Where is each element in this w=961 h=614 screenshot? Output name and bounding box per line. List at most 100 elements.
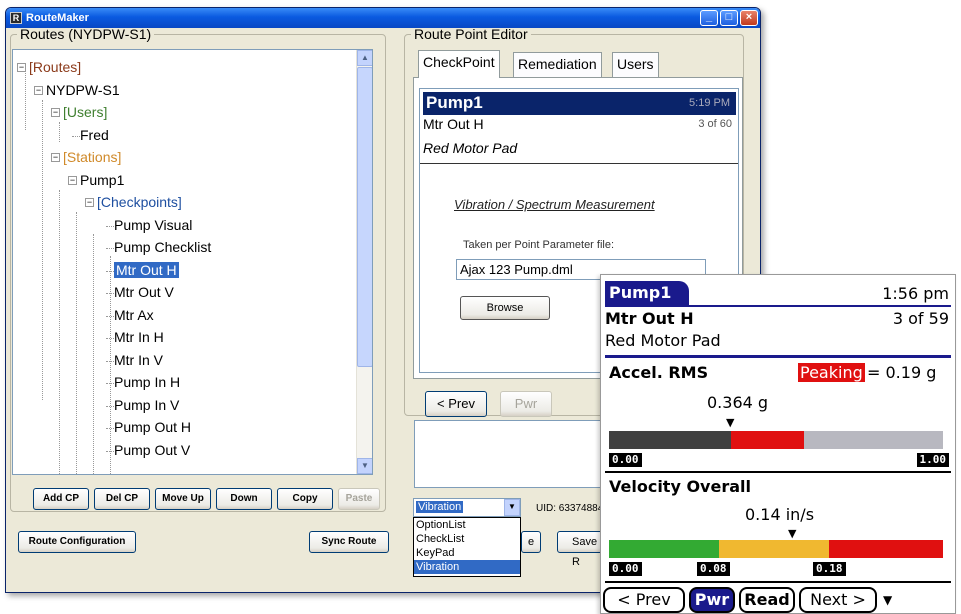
add-cp-button[interactable]: Add CP bbox=[33, 488, 89, 510]
move-up-button[interactable]: Move Up bbox=[155, 488, 211, 510]
tab-checkpoint[interactable]: CheckPoint bbox=[418, 50, 500, 78]
tree-item[interactable]: Mtr Ax bbox=[114, 306, 154, 325]
tree-item[interactable]: [Checkpoints] bbox=[97, 193, 182, 212]
combo-option-keypad[interactable]: KeyPad bbox=[414, 546, 520, 560]
route-point-editor-title: Route Point Editor bbox=[414, 26, 528, 42]
save-route-button[interactable]: Save R bbox=[557, 531, 603, 568]
route-configuration-button[interactable]: Route Configuration bbox=[18, 531, 136, 553]
tree-item[interactable]: Fred bbox=[80, 126, 109, 145]
handheld-next-button[interactable]: Next > bbox=[799, 587, 877, 613]
tree-expander-icon[interactable]: − bbox=[51, 153, 60, 162]
tree-connector bbox=[106, 225, 114, 227]
route-tree[interactable]: − [Routes] − NYDPW-S1− [Users] Fred − [Stations… bbox=[12, 49, 373, 475]
tree-expander-icon[interactable]: − bbox=[85, 198, 94, 207]
combo-option-optionlist[interactable]: OptionList bbox=[414, 518, 520, 532]
prev-button[interactable]: < Prev bbox=[425, 391, 487, 417]
routes-group-title: Routes (NYDPW-S1) bbox=[20, 26, 152, 42]
tree-item[interactable]: Mtr Out V bbox=[114, 283, 174, 302]
scroll-thumb[interactable] bbox=[357, 67, 372, 367]
velocity-reading: 0.14 in/s bbox=[745, 505, 815, 524]
move-down-button[interactable]: Down bbox=[216, 488, 272, 510]
tree-connector bbox=[59, 190, 60, 474]
del-cp-button[interactable]: Del CP bbox=[94, 488, 150, 510]
close-button[interactable]: × bbox=[740, 10, 758, 26]
tree-item-label: Pump Checklist bbox=[114, 239, 212, 255]
tree-item[interactable]: Mtr Out H bbox=[114, 261, 179, 280]
velocity-title: Velocity Overall bbox=[609, 477, 751, 496]
minimize-button[interactable]: _ bbox=[700, 10, 718, 26]
tree-connector bbox=[42, 100, 43, 400]
tree-item[interactable]: Pump In H bbox=[114, 373, 180, 392]
tree-item[interactable]: [Routes] bbox=[29, 58, 81, 77]
handheld-station-tab[interactable]: Pump1 bbox=[605, 281, 689, 305]
copy-button[interactable]: Copy bbox=[277, 488, 333, 510]
peaking-badge: Peaking bbox=[798, 363, 865, 382]
pwr-button[interactable]: Pwr bbox=[500, 391, 552, 417]
tree-item[interactable]: Pump Visual bbox=[114, 216, 192, 235]
tree-item[interactable]: Pump Out V bbox=[114, 441, 190, 460]
combo-option-checklist[interactable]: CheckList bbox=[414, 532, 520, 546]
tree-connector bbox=[76, 212, 77, 474]
tree-expander-icon[interactable]: − bbox=[68, 175, 77, 185]
tree-item-label: Mtr In H bbox=[114, 329, 164, 345]
measurement-type-combo[interactable]: Vibration ▼ bbox=[413, 498, 521, 517]
velocity-scale-label: 0.00 bbox=[609, 562, 642, 576]
param-file-label: Taken per Point Parameter file: bbox=[463, 239, 615, 251]
tree-item[interactable]: NYDPW-S1 bbox=[46, 81, 120, 100]
sync-route-button[interactable]: Sync Route bbox=[309, 531, 389, 553]
tree-item-label: NYDPW-S1 bbox=[46, 81, 120, 98]
tree-item[interactable]: Mtr In H bbox=[114, 328, 164, 347]
combo-option-vibration[interactable]: Vibration bbox=[414, 560, 520, 574]
tree-connector bbox=[25, 70, 26, 130]
tree-scrollbar[interactable]: ▲ ▼ bbox=[356, 50, 372, 474]
velocity-scale-label: 0.08 bbox=[697, 562, 730, 576]
section-divider bbox=[605, 581, 951, 583]
divider bbox=[420, 163, 738, 164]
checkpoint-header[interactable]: Pump1 5:19 PM bbox=[423, 92, 736, 115]
browse-button[interactable]: Browse bbox=[460, 296, 550, 320]
tree-item[interactable]: Pump1 bbox=[80, 171, 124, 190]
accel-scale-max: 1.00 bbox=[916, 453, 949, 467]
checkpoint-point-name: Mtr Out H bbox=[423, 116, 484, 132]
tree-item[interactable]: [Users] bbox=[63, 103, 107, 122]
title-bar[interactable]: R RouteMaker _ □ × bbox=[6, 8, 760, 28]
chevron-down-icon[interactable]: ▼ bbox=[504, 499, 520, 516]
handheld-prev-button[interactable]: < Prev bbox=[603, 587, 685, 613]
tree-item[interactable]: Pump Out H bbox=[114, 418, 191, 437]
maximize-button[interactable]: □ bbox=[720, 10, 738, 26]
tree-connector bbox=[110, 256, 111, 474]
handheld-point-name: Mtr Out H bbox=[605, 309, 694, 328]
tree-item-label: [Users] bbox=[63, 104, 108, 120]
tree-item-label: [Checkpoints] bbox=[97, 194, 182, 210]
checkpoint-count: 3 of 60 bbox=[698, 118, 732, 130]
combo-dropdown-list[interactable]: OptionList CheckList KeyPad Vibration bbox=[413, 517, 521, 577]
param-file-value: Ajax 123 Pump.dml bbox=[460, 262, 573, 277]
accel-title: Accel. RMS bbox=[609, 363, 709, 382]
tree-item[interactable]: Pump Checklist bbox=[114, 238, 211, 257]
partial-button[interactable]: e bbox=[521, 531, 541, 553]
velocity-scale-label: 0.18 bbox=[813, 562, 846, 576]
scroll-down-arrow-icon[interactable]: ▼ bbox=[357, 458, 372, 474]
app-icon: R bbox=[10, 12, 22, 24]
tree-item-label: [Routes] bbox=[29, 59, 82, 75]
scroll-up-arrow-icon[interactable]: ▲ bbox=[357, 50, 372, 66]
measurement-type-link[interactable]: Vibration / Spectrum Measurement bbox=[454, 197, 655, 212]
velocity-marker-icon: ▼ bbox=[788, 527, 797, 540]
tab-remediation[interactable]: Remediation bbox=[513, 52, 602, 77]
tree-expander-icon[interactable]: − bbox=[34, 85, 43, 95]
handheld-read-button[interactable]: Read bbox=[739, 587, 795, 613]
handheld-pwr-button[interactable]: Pwr bbox=[689, 587, 735, 613]
paste-button[interactable]: Paste bbox=[338, 488, 380, 510]
velocity-bar-yellow-zone bbox=[719, 540, 829, 558]
handheld-menu-arrow-icon[interactable]: ▼ bbox=[883, 593, 892, 607]
tree-item-label: Pump Visual bbox=[114, 216, 193, 233]
accel-bar-remaining bbox=[804, 431, 943, 449]
accel-bar-alarm-zone bbox=[731, 431, 804, 449]
tree-expander-icon[interactable]: − bbox=[51, 108, 60, 117]
tab-users[interactable]: Users bbox=[612, 52, 659, 77]
velocity-bar-red-zone bbox=[829, 540, 943, 558]
tree-item[interactable]: Mtr In V bbox=[114, 351, 163, 370]
tree-item[interactable]: [Stations] bbox=[63, 148, 121, 167]
tree-item[interactable]: Pump In V bbox=[114, 396, 179, 415]
tree-item-label: Pump In H bbox=[114, 374, 181, 390]
